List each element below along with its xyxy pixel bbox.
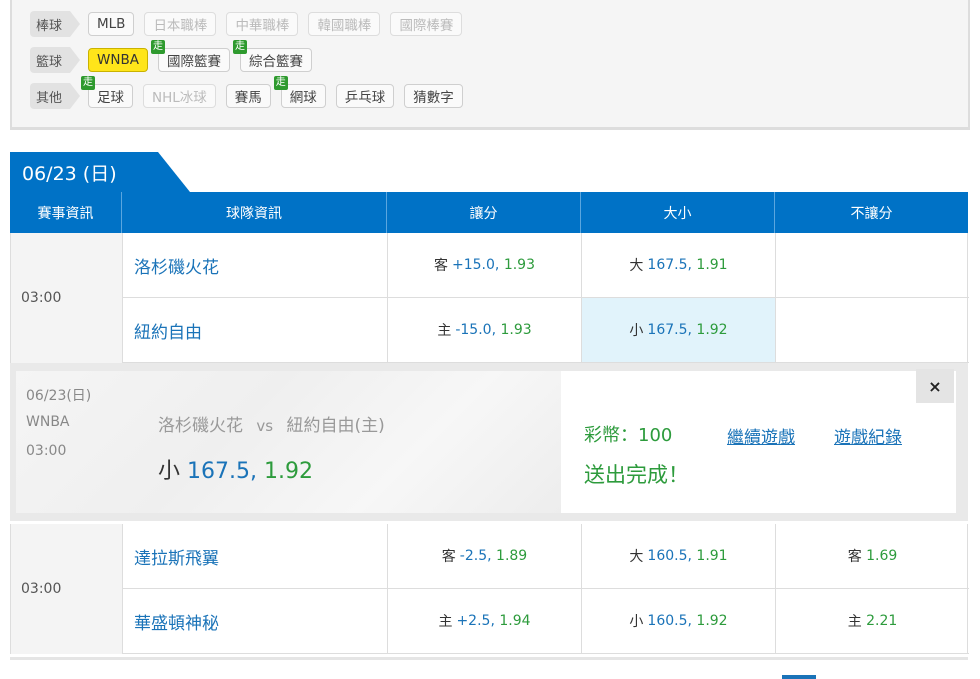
bet-slip: 06/23(日) WNBA 03:00 洛杉磯火花 vs 紐約自由(主) 小 1… (16, 369, 956, 513)
table-header: 賽事資訊 球隊資訊 讓分 大小 不讓分 (10, 192, 968, 233)
team-name: 華盛頓神秘 (123, 589, 388, 653)
spread-odds[interactable]: 主 -15.0, 1.93 (388, 298, 582, 362)
team-name: 達拉斯飛翼 (123, 524, 388, 588)
live-badge: 走 (273, 76, 288, 90)
live-badge: 走 (232, 40, 247, 54)
total-odds[interactable]: 大 160.5, 1.91 (582, 524, 776, 588)
header-event-info: 賽事資訊 (10, 192, 122, 233)
category-row-basketball: 籃球 WNBA 走國際籃賽 走綜合籃賽 (12, 40, 312, 74)
team-name: 紐約自由 (123, 298, 388, 362)
chip-nhl[interactable]: NHL冰球 (143, 84, 216, 108)
bet-pick: 小 167.5, 1.92 (158, 459, 313, 484)
moneyline-odds[interactable]: 主 2.21 (776, 589, 969, 653)
category-row-other: 其他 走足球 NHL冰球 賽馬 走網球 乒乓球 猜數字 (12, 76, 463, 110)
bet-detail: 06/23(日) WNBA 03:00 洛杉磯火花 vs 紐約自由(主) 小 1… (16, 371, 561, 513)
game-time: 03:00 (11, 524, 123, 654)
spread-odds[interactable]: 主 +2.5, 1.94 (388, 589, 582, 653)
chip-kbo[interactable]: 韓國職棒 (308, 12, 381, 36)
game-group: 03:00 達拉斯飛翼 客 -2.5, 1.89 大 160.5, 1.91 客… (10, 524, 969, 654)
chip-mlb[interactable]: MLB (88, 12, 135, 36)
spread-odds[interactable]: 客 +15.0, 1.93 (388, 233, 582, 297)
chip-number-guess[interactable]: 猜數字 (404, 84, 463, 108)
chip-horse-racing[interactable]: 賽馬 (225, 84, 271, 108)
chip-wnba[interactable]: WNBA (88, 48, 148, 72)
chip-intl-baseball[interactable]: 國際棒賽 (390, 12, 463, 36)
section-divider (10, 657, 968, 660)
category-label: 籃球 (30, 47, 80, 73)
total-odds[interactable]: 大 167.5, 1.91 (582, 233, 776, 297)
table-row: 紐約自由 主 -15.0, 1.93 小 167.5, 1.92 (123, 298, 969, 363)
moneyline-odds (776, 298, 969, 362)
table-row: 洛杉磯火花 客 +15.0, 1.93 大 167.5, 1.91 (123, 233, 969, 298)
submit-status: 送出完成！ (584, 463, 689, 487)
category-row-baseball: 棒球 MLB 日本職棒 中華職棒 韓國職棒 國際棒賽 (12, 10, 463, 38)
stake-amount: 彩幣：100 (584, 425, 673, 446)
bet-time: 03:00 (26, 443, 67, 459)
table-row: 華盛頓神秘 主 +2.5, 1.94 小 160.5, 1.92 主 2.21 (123, 589, 969, 654)
moneyline-odds (776, 233, 969, 297)
close-icon[interactable]: × (916, 369, 954, 403)
continue-game-link[interactable]: 繼續遊戲 (727, 423, 795, 448)
header-spread: 讓分 (387, 192, 581, 233)
game-time: 03:00 (11, 233, 123, 363)
team-name: 洛杉磯火花 (123, 233, 388, 297)
date-tab: 06/23 (日) (10, 152, 190, 192)
total-odds-selected[interactable]: 小 167.5, 1.92 (582, 298, 776, 362)
game-history-link[interactable]: 遊戲紀錄 (834, 423, 902, 448)
header-moneyline: 不讓分 (850, 205, 893, 222)
chip-cpbl[interactable]: 中華職棒 (226, 12, 299, 36)
category-panel: 棒球 MLB 日本職棒 中華職棒 韓國職棒 國際棒賽 籃球 WNBA 走國際籃賽… (10, 0, 970, 130)
chip-npb[interactable]: 日本職棒 (144, 12, 217, 36)
bet-confirmation-panel: 06/23(日) WNBA 03:00 洛杉磯火花 vs 紐約自由(主) 小 1… (10, 363, 968, 521)
category-label: 棒球 (30, 11, 80, 37)
chip-intl-basketball[interactable]: 走國際籃賽 (150, 40, 230, 72)
game-group: 03:00 洛杉磯火花 客 +15.0, 1.93 大 167.5, 1.91 … (10, 233, 969, 363)
chip-mixed-basketball[interactable]: 走綜合籃賽 (232, 40, 312, 72)
moneyline-odds[interactable]: 客 1.69 (776, 524, 969, 588)
pagination-marker (782, 675, 816, 679)
header-team-info: 球隊資訊 (122, 192, 387, 233)
bet-league: WNBA (26, 414, 70, 430)
chip-table-tennis[interactable]: 乒乓球 (335, 84, 395, 108)
live-badge: 走 (81, 76, 95, 90)
bet-date: 06/23(日) (26, 388, 92, 404)
table-row: 達拉斯飛翼 客 -2.5, 1.89 大 160.5, 1.91 客 1.69 (123, 524, 969, 589)
total-odds[interactable]: 小 160.5, 1.92 (582, 589, 776, 653)
spread-odds[interactable]: 客 -2.5, 1.89 (388, 524, 582, 588)
bet-matchup: 洛杉磯火花 vs 紐約自由(主) (158, 416, 385, 436)
chip-tennis[interactable]: 走網球 (273, 76, 326, 108)
chip-soccer[interactable]: 走足球 (81, 76, 133, 108)
live-badge: 走 (150, 40, 165, 54)
header-total: 大小 (581, 192, 775, 233)
category-label: 其他 (30, 83, 80, 109)
